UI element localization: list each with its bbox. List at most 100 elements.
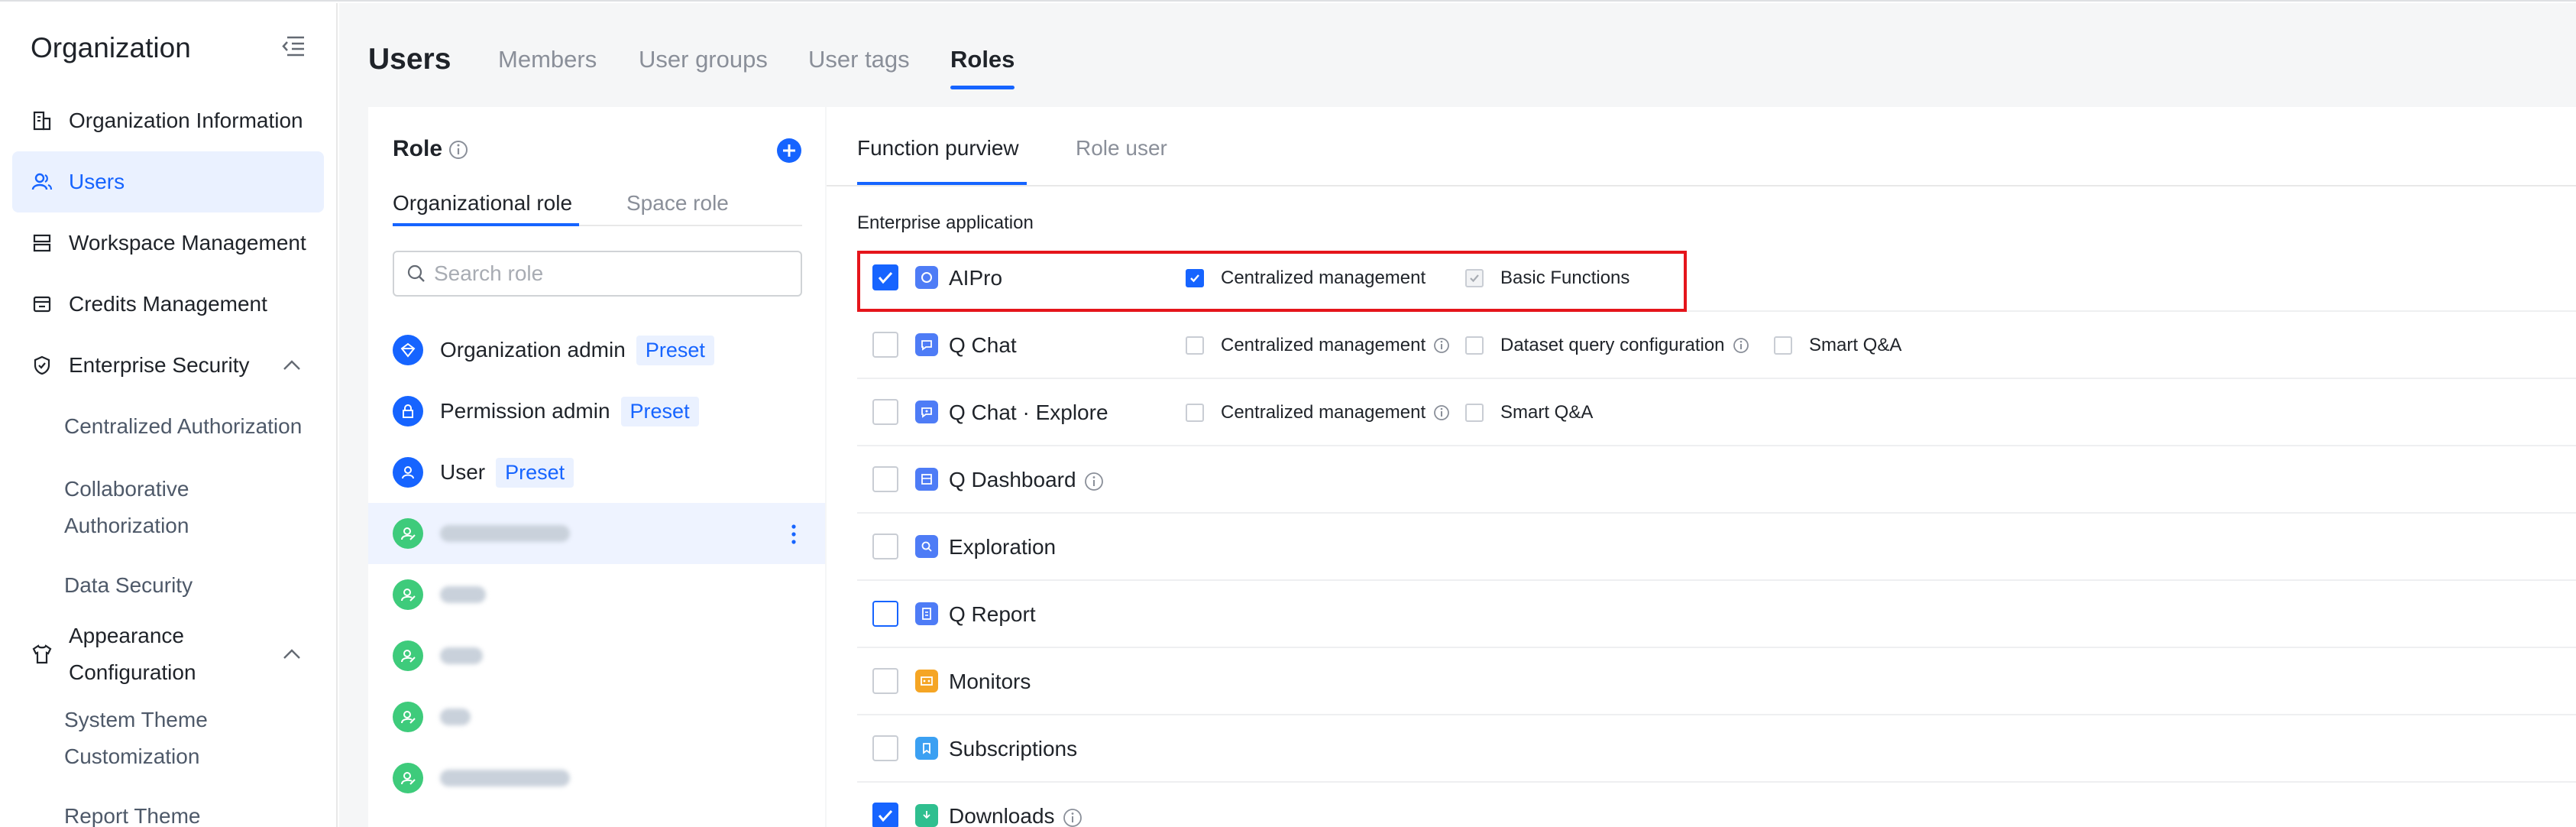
chevron-up-icon[interactable] bbox=[281, 356, 303, 375]
tab-roles[interactable]: Roles bbox=[950, 46, 1015, 73]
more-options-icon[interactable] bbox=[790, 523, 798, 546]
tab-space-role[interactable]: Space role bbox=[626, 191, 729, 216]
search-input[interactable] bbox=[434, 261, 801, 286]
tab-function-purview[interactable]: Function purview bbox=[857, 136, 1019, 161]
app-row-q-chat-explore: Q Chat · Explore Centralized management … bbox=[857, 379, 2576, 446]
app-name: Monitors bbox=[949, 670, 1031, 693]
app-row-q-dashboard: Q Dashboard bbox=[857, 446, 2576, 514]
permission-centralized-management[interactable]: Centralized management bbox=[1186, 402, 1450, 423]
sidebar-subitem-centralized-authorization[interactable]: Centralized Authorization bbox=[64, 408, 309, 445]
building-icon bbox=[31, 109, 53, 132]
permission-dataset-query-configuration[interactable]: Dataset query configuration bbox=[1465, 335, 1749, 356]
role-item-user[interactable]: User Preset bbox=[368, 442, 825, 503]
permission-smart-qa[interactable]: Smart Q&A bbox=[1774, 335, 1901, 356]
redacted-role-name bbox=[440, 709, 471, 725]
info-icon[interactable] bbox=[1733, 337, 1749, 354]
sidebar-item-workspace-management[interactable]: Workspace Management bbox=[12, 212, 324, 274]
section-title: Enterprise application bbox=[857, 212, 1034, 233]
app-row-exploration: Exploration bbox=[857, 514, 2576, 581]
app-row-subscriptions: Subscriptions bbox=[857, 715, 2576, 783]
app-checkbox[interactable] bbox=[872, 533, 898, 559]
app-name: Q Chat bbox=[949, 333, 1017, 357]
info-icon[interactable] bbox=[448, 139, 469, 161]
lock-role-icon bbox=[393, 396, 423, 426]
info-icon[interactable] bbox=[1063, 808, 1083, 827]
role-panel: Role Organizational role Space role Orga… bbox=[368, 107, 825, 827]
redacted-role-name bbox=[440, 586, 486, 603]
role-name: Permission admin bbox=[440, 399, 610, 423]
custom-role-icon bbox=[393, 518, 423, 549]
role-item-redacted[interactable] bbox=[368, 625, 825, 686]
role-item-redacted[interactable] bbox=[368, 686, 825, 748]
permission-checkbox[interactable] bbox=[1774, 336, 1792, 355]
app-name: Subscriptions bbox=[949, 737, 1078, 761]
add-role-icon[interactable] bbox=[776, 138, 802, 164]
app-checkbox[interactable] bbox=[872, 466, 898, 492]
role-item-permission-admin[interactable]: Permission admin Preset bbox=[368, 381, 825, 442]
search-icon bbox=[407, 264, 425, 282]
permission-label: Centralized management bbox=[1221, 402, 1426, 423]
function-panel: Function purview Role user Enterprise ap… bbox=[827, 107, 2576, 827]
app-name-text: Q Dashboard bbox=[949, 468, 1076, 491]
sidebar-subitem-collaborative-authorization[interactable]: Collaborative Authorization bbox=[64, 471, 309, 544]
sidebar-subitem-report-theme[interactable]: Report Theme bbox=[64, 798, 309, 827]
tab-user-groups[interactable]: User groups bbox=[639, 46, 768, 73]
sidebar-item-credits-management[interactable]: Credits Management bbox=[12, 274, 324, 335]
app-name-text: Downloads bbox=[949, 804, 1055, 827]
redacted-role-name bbox=[440, 647, 483, 664]
sidebar-item-label: Organization Information bbox=[69, 109, 303, 132]
preset-badge: Preset bbox=[496, 457, 574, 488]
info-icon[interactable] bbox=[1433, 337, 1450, 354]
app-checkbox[interactable] bbox=[872, 601, 898, 627]
permission-smart-qa[interactable]: Smart Q&A bbox=[1465, 402, 1593, 423]
role-item-redacted[interactable] bbox=[368, 748, 825, 809]
tab-user-tags[interactable]: User tags bbox=[808, 46, 910, 73]
sidebar-item-users[interactable]: Users bbox=[12, 151, 324, 212]
dashboard-app-icon bbox=[915, 468, 938, 491]
app-checkbox[interactable] bbox=[872, 803, 898, 827]
info-icon[interactable] bbox=[1084, 472, 1104, 491]
sidebar-item-organization-information[interactable]: Organization Information bbox=[12, 90, 324, 151]
page-title: Users bbox=[368, 43, 451, 76]
permission-label: Smart Q&A bbox=[1500, 402, 1594, 423]
sidebar-subitem-system-theme-customization[interactable]: System Theme Customization bbox=[64, 702, 309, 775]
permission-checkbox[interactable] bbox=[1186, 404, 1204, 422]
permission-label: Dataset query configuration bbox=[1500, 335, 1725, 355]
chevron-up-icon[interactable] bbox=[281, 645, 303, 663]
tab-members[interactable]: Members bbox=[498, 46, 597, 73]
tab-role-user[interactable]: Role user bbox=[1076, 136, 1167, 161]
sidebar-item-appearance-configuration[interactable]: Appearance Configuration bbox=[12, 618, 324, 691]
app-checkbox[interactable] bbox=[872, 668, 898, 694]
permission-checkbox[interactable] bbox=[1186, 336, 1204, 355]
sidebar-item-label: Users bbox=[69, 170, 125, 193]
subscription-app-icon bbox=[915, 737, 938, 760]
permission-centralized-management[interactable]: Centralized management bbox=[1186, 335, 1450, 356]
sidebar-subitem-data-security[interactable]: Data Security bbox=[64, 567, 309, 604]
tab-divider bbox=[827, 185, 2576, 186]
permission-checkbox[interactable] bbox=[1465, 336, 1484, 355]
app-checkbox[interactable] bbox=[872, 735, 898, 761]
sidebar-item-label: Workspace Management bbox=[69, 231, 306, 255]
monitor-app-icon bbox=[915, 670, 938, 692]
shield-role-icon bbox=[393, 335, 423, 365]
app-name: Downloads bbox=[949, 804, 1083, 827]
permission-checkbox[interactable] bbox=[1465, 404, 1484, 422]
collapse-sidebar-icon[interactable] bbox=[280, 34, 307, 58]
permission-label: Centralized management bbox=[1221, 335, 1426, 355]
role-item-selected[interactable] bbox=[368, 503, 825, 564]
app-row-monitors: Monitors bbox=[857, 648, 2576, 715]
role-item-redacted[interactable] bbox=[368, 564, 825, 625]
wallet-icon bbox=[31, 293, 53, 316]
app-name: Q Report bbox=[949, 602, 1036, 626]
role-name: User bbox=[440, 460, 486, 484]
info-icon[interactable] bbox=[1433, 404, 1450, 421]
tab-organizational-role[interactable]: Organizational role bbox=[393, 191, 572, 216]
preset-badge: Preset bbox=[636, 335, 714, 365]
sidebar-item-enterprise-security[interactable]: Enterprise Security bbox=[12, 335, 324, 396]
permission-label: Smart Q&A bbox=[1809, 335, 1902, 355]
app-row-q-chat: Q Chat Centralized management Dataset qu… bbox=[857, 312, 2576, 379]
app-checkbox[interactable] bbox=[872, 332, 898, 358]
app-row-q-report: Q Report bbox=[857, 581, 2576, 648]
app-checkbox[interactable] bbox=[872, 399, 898, 425]
role-item-organization-admin[interactable]: Organization admin Preset bbox=[368, 319, 825, 381]
